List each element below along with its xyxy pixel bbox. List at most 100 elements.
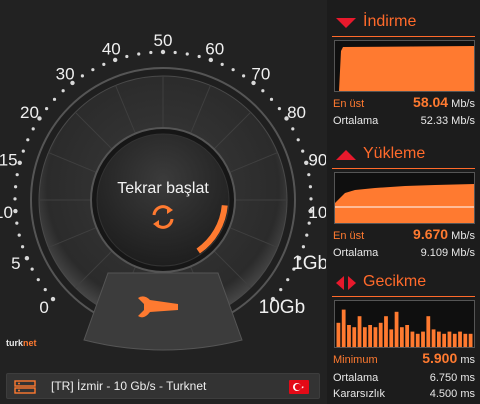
- results-panel: İndirme En üst 58.04 Mb/s Ortalama 52.33…: [327, 0, 480, 404]
- download-avg-value: 52.33 Mb/s: [420, 115, 475, 127]
- triangle-up-icon: [336, 150, 356, 160]
- dial-dot: [301, 149, 305, 153]
- latency-title: Gecikme: [363, 273, 427, 290]
- download-avg-label: Ortalama: [333, 115, 379, 127]
- latency-section: Gecikme Minimum 5.900 ms Ortalama 6.750 …: [327, 272, 480, 404]
- latency-avg-value: 6.750 ms: [429, 372, 475, 384]
- dial-dot: [242, 74, 246, 78]
- dial-dot: [13, 197, 17, 201]
- dial-dot: [125, 54, 129, 59]
- dial-dot: [45, 106, 49, 111]
- latency-bar: [421, 331, 425, 347]
- dial-scale-label: 10Gb: [259, 297, 305, 318]
- dial-dot: [220, 62, 224, 66]
- double-triangle-icon: [336, 276, 356, 290]
- upload-section: Yükleme En üst 9.670 Mb/s Ortalama 9.109…: [327, 144, 480, 264]
- dial-dot: [291, 127, 295, 131]
- dial-dot: [102, 62, 106, 66]
- dial-dot: [160, 49, 166, 55]
- latency-bar: [410, 331, 415, 347]
- latency-bar: [384, 316, 388, 347]
- dial-scale-label: 1Gb: [292, 253, 326, 274]
- dial-dot: [26, 138, 30, 142]
- download-peak-unit: Mb/s: [451, 98, 475, 110]
- server-selector[interactable]: [TR] İzmir - 10 Gb/s - Turknet: [6, 373, 320, 399]
- latency-jitter-label: Kararsızlık: [333, 388, 385, 400]
- latency-avg-row: Ortalama 6.750 ms: [333, 370, 475, 386]
- dial-scale-label: 70: [251, 64, 270, 83]
- dial-dot: [52, 97, 57, 101]
- dial-dot: [149, 50, 153, 55]
- dial-dot: [43, 288, 47, 292]
- latency-bar: [373, 327, 378, 347]
- latency-bar: [352, 327, 357, 347]
- settings-button[interactable]: [130, 290, 190, 324]
- latency-bar: [389, 329, 394, 347]
- server-label: [TR] İzmir - 10 Gb/s - Turknet: [51, 379, 207, 393]
- latency-bar: [336, 322, 341, 347]
- turknet-logo: turknet: [6, 338, 37, 348]
- latency-bar: [447, 331, 452, 347]
- dial-dot: [197, 54, 201, 59]
- dial-dot: [24, 255, 30, 261]
- refresh-icon: [152, 205, 174, 229]
- download-peak-label: En üst: [333, 98, 365, 110]
- restart-button[interactable]: Tekrar başlat: [98, 150, 228, 250]
- dial-dot: [30, 267, 34, 271]
- dial-dot: [173, 50, 177, 55]
- dial-dot: [91, 68, 95, 72]
- upload-graph: [334, 172, 475, 224]
- latency-bar: [368, 325, 373, 347]
- upload-title: Yükleme: [363, 145, 426, 162]
- download-peak-value: 58.04: [413, 94, 449, 110]
- triangle-down-icon: [336, 18, 356, 28]
- dial-dot: [231, 68, 235, 72]
- dial-dot: [13, 185, 18, 189]
- dial-scale-label: 60: [205, 40, 224, 59]
- logo-text-b: net: [23, 338, 37, 348]
- latency-bar: [415, 333, 420, 347]
- dial-dot: [50, 296, 56, 302]
- dial-dot: [309, 197, 313, 201]
- dial-dot: [308, 185, 313, 189]
- upload-peak-unit: Mb/s: [451, 230, 475, 242]
- dial-scale-label: 100: [308, 203, 326, 222]
- turkey-flag-icon: [289, 380, 309, 394]
- latency-bar: [399, 327, 404, 347]
- dial-dot: [15, 173, 19, 177]
- latency-jitter-value: 4.500 ms: [429, 388, 475, 400]
- dial-scale-label: 40: [102, 40, 121, 59]
- latency-min-unit: ms: [460, 354, 475, 366]
- dial-scale-label: 10: [0, 203, 13, 222]
- download-peak-row: En üst 58.04 Mb/s: [333, 94, 475, 112]
- dial-dot: [17, 233, 21, 237]
- dial-dot: [20, 245, 25, 249]
- download-section: İndirme En üst 58.04 Mb/s Ortalama 52.33…: [327, 12, 480, 132]
- latency-bar: [394, 311, 399, 347]
- latency-bar: [458, 331, 462, 347]
- wrench-icon: [138, 296, 178, 318]
- dial-dot: [261, 89, 265, 93]
- dial-dot: [269, 97, 274, 101]
- dial-dot: [286, 278, 290, 282]
- dial-dot: [36, 278, 40, 282]
- latency-graph: [334, 300, 475, 348]
- dial-scale-label: 15: [0, 151, 18, 170]
- dial-scale-label: 20: [20, 103, 39, 122]
- dial-scale-label: 90: [308, 151, 326, 170]
- latency-bar: [362, 327, 367, 347]
- speed-gauge: 0 5 10 15 20 30 40 50 60 70 80 90 100 1Gb 10Gb Tekrar …: [0, 0, 326, 372]
- download-avg-row: Ortalama 52.33 Mb/s: [333, 113, 475, 129]
- dial-dot: [301, 245, 306, 249]
- dial-dot: [15, 221, 19, 225]
- dial-dot: [305, 233, 309, 237]
- upload-avg-row: Ortalama 9.109 Mb/s: [333, 245, 475, 261]
- dial-dot: [296, 138, 300, 142]
- dial-dot: [21, 149, 25, 153]
- dial-dot: [31, 127, 35, 131]
- dial-dot: [307, 221, 311, 225]
- latency-bar: [463, 333, 468, 347]
- download-graph: [334, 40, 475, 92]
- latency-bar: [442, 333, 447, 347]
- upload-peak-row: En üst 9.670 Mb/s: [333, 226, 475, 244]
